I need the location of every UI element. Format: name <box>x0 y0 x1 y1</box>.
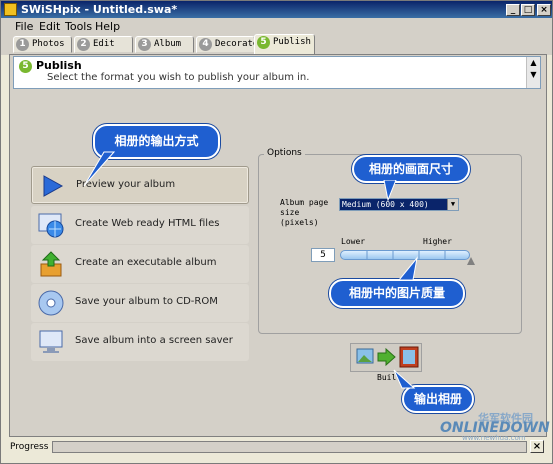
globe-monitor-icon <box>38 213 64 238</box>
minimize-button[interactable]: _ <box>506 4 520 16</box>
tab-edit[interactable]: 2 Edit <box>74 36 133 53</box>
options-legend: Options <box>264 148 305 158</box>
option-executable[interactable]: Create an executable album <box>31 245 249 283</box>
build-album-button[interactable] <box>398 345 420 369</box>
tab-album[interactable]: 3 Album <box>135 36 194 53</box>
annotation-pointer <box>393 369 416 389</box>
option-html-files[interactable]: Create Web ready HTML files <box>31 206 249 244</box>
tab-number-badge: 3 <box>138 38 151 51</box>
play-arrow-icon <box>43 175 64 197</box>
quality-lower-label: Lower <box>341 237 366 246</box>
option-label: Create an executable album <box>75 257 217 268</box>
cd-rom-icon <box>38 290 64 316</box>
menu-help[interactable]: Help <box>95 20 120 33</box>
tab-decorate[interactable]: 4 Decorate <box>196 36 259 53</box>
step-subtitle: Select the format you wish to publish yo… <box>47 72 310 83</box>
annotation-pointer <box>83 151 116 187</box>
menu-edit[interactable]: Edit <box>39 20 60 33</box>
tab-strip: 1 Photos 2 Edit 3 Album 4 Decorate 5 Pub… <box>1 34 552 55</box>
chevron-down-icon[interactable]: ▼ <box>447 199 458 210</box>
annotation-image-quality: 相册中的图片质量 <box>329 279 465 308</box>
tab-photos[interactable]: 1 Photos <box>13 36 72 53</box>
install-package-icon <box>40 251 62 277</box>
tab-label: Edit <box>93 39 115 49</box>
step-number-badge: 5 <box>19 60 32 73</box>
progress-bar <box>52 441 527 453</box>
option-label: Save your album to CD-ROM <box>75 296 218 307</box>
tab-label: Photos <box>32 39 65 49</box>
title-bar: SWiSHpix - Untitled.swa* _ □ × <box>1 1 552 18</box>
tab-label: Publish <box>273 37 311 47</box>
tab-number-badge: 1 <box>16 38 29 51</box>
tab-number-badge: 4 <box>199 38 212 51</box>
window-title: SWiSHpix - Untitled.swa* <box>21 3 178 16</box>
arrow-right-icon <box>377 347 396 367</box>
quality-higher-label: Higher <box>423 237 452 246</box>
page-size-label: Album page size (pixels) <box>280 198 329 227</box>
option-label: Create Web ready HTML files <box>75 218 220 229</box>
tab-label: Album <box>154 39 182 49</box>
option-cd-rom[interactable]: Save your album to CD-ROM <box>31 284 249 322</box>
publish-option-list: Preview your album Create Web ready HTML… <box>31 166 249 362</box>
step-header: 5 Publish Select the format you wish to … <box>13 56 541 89</box>
tab-label: Decorate <box>215 39 259 49</box>
app-icon <box>4 3 17 16</box>
annotation-pointer <box>397 256 418 281</box>
option-preview-album[interactable]: Preview your album <box>31 166 249 204</box>
annotation-page-size: 相册的画面尺寸 <box>352 155 470 183</box>
tab-number-badge: 5 <box>257 36 270 49</box>
scroll-down-icon[interactable]: ▼ <box>527 69 540 81</box>
tab-publish[interactable]: 5 Publish <box>254 34 315 54</box>
monitor-icon <box>39 330 63 353</box>
progress-label: Progress <box>10 442 49 452</box>
tab-number-badge: 2 <box>77 38 90 51</box>
maximize-button[interactable]: □ <box>521 4 535 16</box>
progress-close-button[interactable]: × <box>530 440 544 453</box>
quality-slider-thumb[interactable] <box>467 257 475 265</box>
quality-value-field[interactable]: 5 <box>311 248 335 262</box>
option-label: Save album into a screen saver <box>75 335 233 346</box>
menu-file[interactable]: File <box>15 20 33 33</box>
annotation-pointer <box>383 180 397 202</box>
header-scroll-arrows[interactable]: ▲ ▼ <box>526 57 540 88</box>
menu-tools[interactable]: Tools <box>65 20 92 33</box>
option-screen-saver[interactable]: Save album into a screen saver <box>31 323 249 361</box>
close-button[interactable]: × <box>537 4 551 16</box>
preview-build-button[interactable] <box>355 347 375 367</box>
scroll-up-icon[interactable]: ▲ <box>527 57 540 69</box>
step-title: Publish <box>36 59 82 72</box>
